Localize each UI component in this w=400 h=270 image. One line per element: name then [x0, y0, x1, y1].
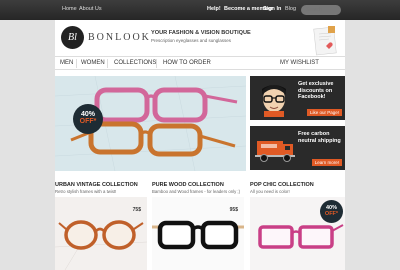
shipping-promo-text: Free carbon neutral shipping — [298, 131, 341, 144]
collection-title: POP CHIC COLLECTION — [250, 182, 314, 188]
nav-how-to-order[interactable]: HOW TO ORDER — [163, 60, 211, 66]
hero-banner[interactable]: 40% OFF* — [55, 76, 246, 171]
sub-tagline: Prescription eyeglasses and sunglasses — [151, 38, 232, 43]
price-label: 75$ — [132, 207, 141, 213]
price-label: 95$ — [229, 207, 238, 213]
learn-more-button[interactable]: Learn more! — [311, 159, 342, 166]
site-header: Bl BONLOOK YOUR FASHION & VISION BOUTIQU… — [55, 20, 345, 56]
about-us-link[interactable]: About Us — [79, 6, 102, 12]
facebook-promo-text: Get exclusive discounts on Facebook! — [298, 81, 334, 100]
wishlist-envelope-icon — [313, 26, 337, 56]
home-link[interactable]: Home — [62, 6, 77, 12]
nav-divider — [107, 59, 108, 68]
collection-pop-chic[interactable]: POP CHIC COLLECTION All you need is colo… — [250, 182, 342, 194]
page-container: Bl BONLOOK YOUR FASHION & VISION BOUTIQU… — [55, 20, 345, 270]
main-nav: MEN WOMEN COLLECTIONS HOW TO ORDER MY WI… — [55, 56, 345, 70]
nav-men[interactable]: MEN — [60, 60, 73, 66]
hero-badge-off: OFF* — [79, 118, 97, 125]
collection-image-pop-chic[interactable]: 40% OFF* — [250, 197, 345, 270]
collection-title: URBAN VINTAGE COLLECTION — [55, 182, 138, 188]
mascot-face-icon — [262, 85, 286, 117]
nav-collections[interactable]: COLLECTIONS — [114, 60, 156, 66]
delivery-truck-icon — [255, 141, 295, 162]
collection-image-pure-wood[interactable]: 95$ — [152, 197, 244, 270]
like-page-button[interactable]: Like our Page! — [306, 109, 342, 116]
facebook-promo[interactable]: Get exclusive discounts on Facebook! Lik… — [250, 76, 345, 120]
nav-my-wishlist[interactable]: MY WISHLIST — [280, 60, 319, 66]
pop-chic-discount-badge: 40% OFF* — [320, 200, 343, 223]
tagline: YOUR FASHION & VISION BOUTIQUE — [151, 30, 251, 36]
search-input[interactable] — [301, 5, 341, 15]
nav-women[interactable]: WOMEN — [81, 60, 105, 66]
nav-divider — [156, 59, 157, 68]
collection-subtitle: Retro stylish frames with a twist! — [55, 189, 117, 194]
help-link[interactable]: Help! — [207, 6, 221, 12]
collection-pure-wood[interactable]: PURE WOOD COLLECTION Bamboo and Wood fra… — [152, 182, 244, 194]
blog-link[interactable]: Blog — [285, 6, 296, 12]
brand-name[interactable]: BONLOOK — [88, 32, 151, 43]
collection-urban-vintage[interactable]: URBAN VINTAGE COLLECTION Retro stylish f… — [55, 182, 147, 194]
collection-subtitle: All you need is color! — [250, 189, 290, 194]
collection-title: PURE WOOD COLLECTION — [152, 182, 224, 188]
shipping-promo[interactable]: Free carbon neutral shipping Learn more! — [250, 126, 345, 170]
badge-off: OFF* — [324, 211, 339, 217]
hero-discount-badge: 40% OFF* — [73, 104, 103, 134]
nav-divider — [76, 59, 77, 68]
sign-in-link[interactable]: Sign In — [263, 6, 281, 12]
collection-subtitle: Bamboo and Wood frames - for leaders onl… — [152, 189, 241, 194]
hero-badge-percent: 40% — [80, 111, 95, 118]
top-bar: Home About Us Help! Become a member Sign… — [0, 0, 400, 20]
logo[interactable]: Bl — [61, 26, 84, 49]
collection-image-urban-vintage[interactable]: 75$ — [55, 197, 147, 270]
